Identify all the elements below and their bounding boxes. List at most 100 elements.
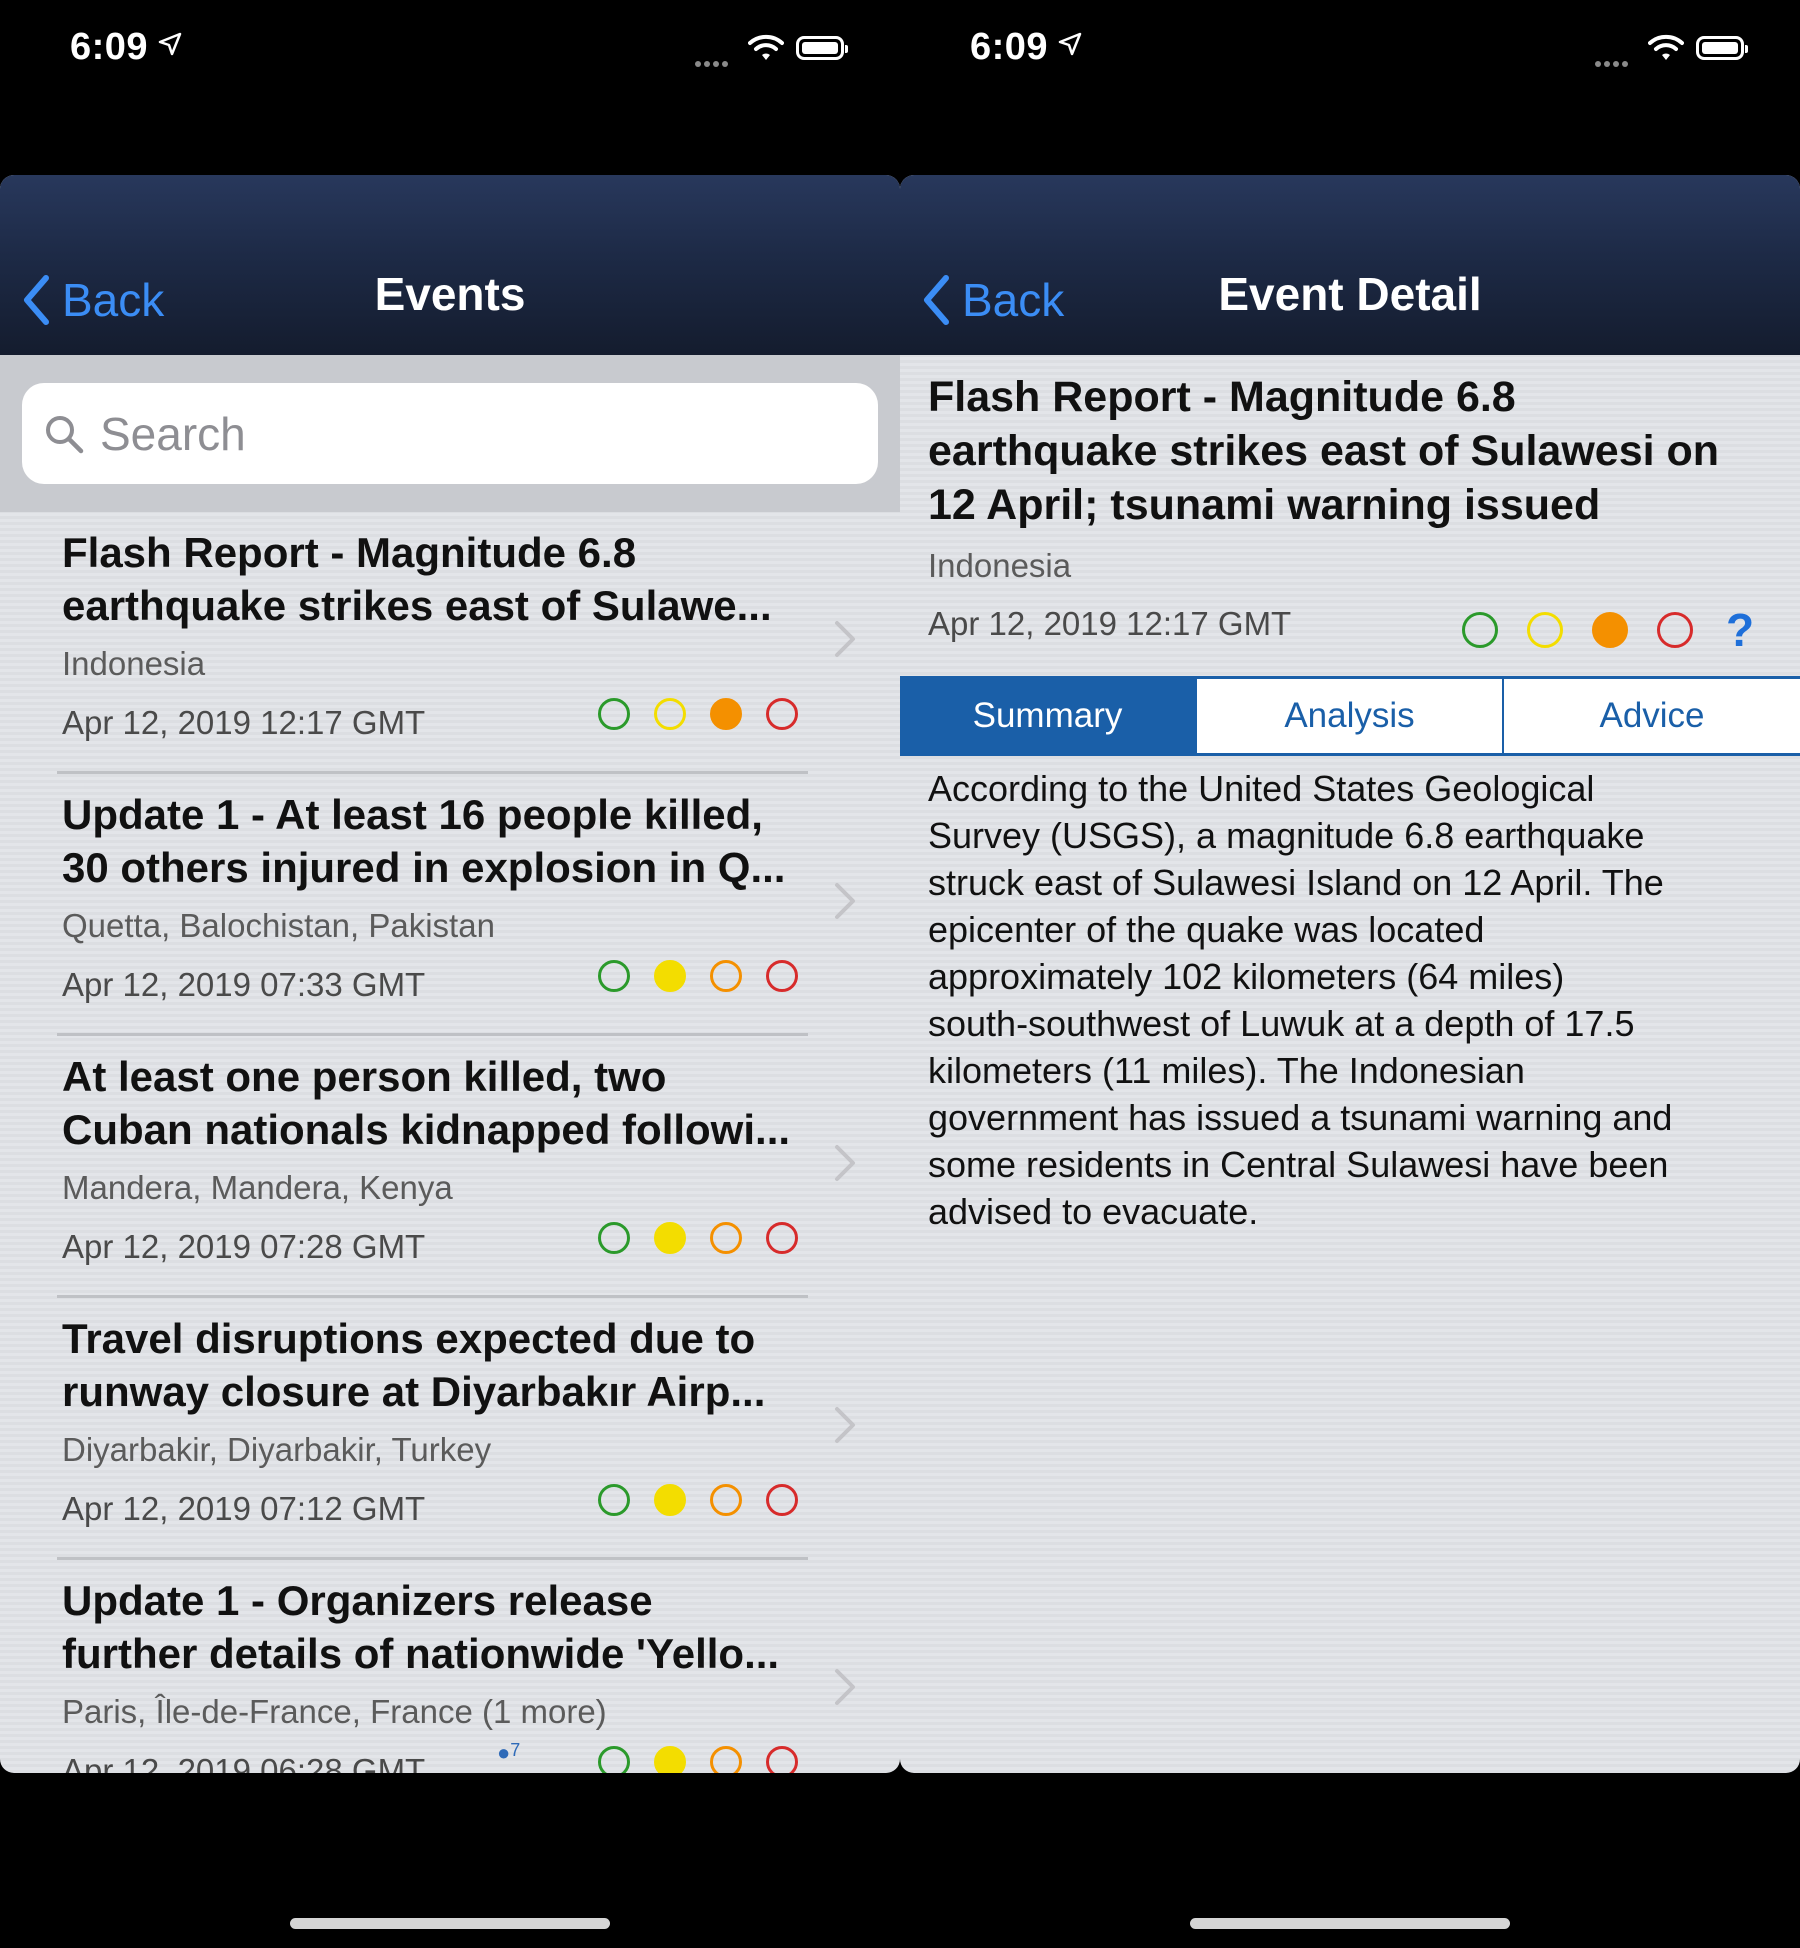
- chevron-right-icon: [835, 621, 855, 657]
- event-title: Travel disruptions expected due to runwa…: [62, 1312, 832, 1418]
- back-button[interactable]: Back: [22, 265, 164, 335]
- chevron-left-icon: [924, 275, 949, 325]
- summary-line: government has issued a tsunami warning …: [928, 1097, 1673, 1138]
- chevron-left-icon: [24, 275, 49, 325]
- event-time: Apr 12, 2019 07:12 GMT: [62, 1490, 426, 1527]
- event-time: Apr 12, 2019 07:28 GMT: [62, 1228, 426, 1265]
- severity-yellow-indicator: [654, 1746, 686, 1773]
- severity-green-indicator: [598, 1484, 630, 1516]
- event-title-line: earthquake strikes east of Sulawe...: [62, 582, 772, 629]
- severity-orange-indicator: [710, 1484, 742, 1516]
- home-indicator[interactable]: [1190, 1918, 1510, 1929]
- event-title: Update 1 - Organizers release further de…: [62, 1574, 832, 1680]
- summary-line: epicenter of the quake was located: [928, 909, 1485, 950]
- chevron-right-icon: [835, 883, 855, 919]
- wifi-icon: [1648, 34, 1684, 67]
- summary-line: struck east of Sulawesi Island on 12 Apr…: [928, 862, 1664, 903]
- event-title: At least one person killed, two Cuban na…: [62, 1050, 832, 1156]
- severity-red-indicator: [766, 698, 798, 730]
- severity-green-indicator: [598, 698, 630, 730]
- back-label: Back: [62, 274, 165, 326]
- severity-green-indicator: [598, 960, 630, 992]
- severity-indicators: [598, 1746, 822, 1773]
- summary-text: According to the United States Geologica…: [928, 765, 1788, 1235]
- severity-red-indicator: [766, 1484, 798, 1516]
- status-time: 6:09: [970, 26, 1049, 68]
- severity-green-indicator: [598, 1222, 630, 1254]
- severity-yellow-indicator: [654, 698, 686, 730]
- chevron-right-icon: [835, 1145, 855, 1181]
- event-title-line: 30 others injured in explosion in Q...: [62, 844, 786, 891]
- event-title-line: At least one person killed, two: [62, 1053, 667, 1100]
- severity-red-indicator: [766, 1222, 798, 1254]
- pin-icon: ●7: [497, 1740, 521, 1765]
- event-time: Apr 12, 2019 07:33 GMT: [62, 966, 426, 1003]
- event-title-line: Update 1 - Organizers release: [62, 1577, 653, 1624]
- nav-bar: Back Events: [0, 175, 900, 355]
- detail-app: Back Event Detail Flash Report - Magnitu…: [900, 175, 1800, 1773]
- severity-indicators: ?: [1462, 603, 1754, 657]
- back-button[interactable]: Back: [922, 265, 1064, 335]
- event-location: Quetta, Balochistan, Pakistan: [62, 907, 495, 944]
- list-item[interactable]: Flash Report - Magnitude 6.8 earthquake …: [0, 512, 900, 774]
- summary-line: approximately 102 kilometers (64 miles): [928, 956, 1565, 997]
- home-indicator[interactable]: [290, 1918, 610, 1929]
- event-title-line: runway closure at Diyarbakır Airp...: [62, 1368, 766, 1415]
- search-bar: [0, 355, 900, 512]
- tab-analysis[interactable]: Analysis: [1195, 679, 1502, 753]
- severity-red-indicator: [766, 960, 798, 992]
- event-title-line: Travel disruptions expected due to: [62, 1315, 756, 1362]
- summary-line: advised to evacuate.: [928, 1191, 1259, 1232]
- event-list: Flash Report - Magnitude 6.8 earthquake …: [0, 512, 900, 1773]
- severity-orange-indicator: [1592, 612, 1628, 648]
- severity-yellow-indicator: [654, 1484, 686, 1516]
- summary-line: According to the United States Geologica…: [928, 768, 1595, 809]
- event-title-line: further details of nationwide 'Yello...: [62, 1630, 780, 1677]
- severity-orange-indicator: [710, 960, 742, 992]
- events-screen: 6:09 Back Events Flash Repo: [0, 0, 900, 1948]
- chevron-right-icon: [835, 1669, 855, 1705]
- event-title: Flash Report - Magnitude 6.8 earthquake …: [62, 526, 832, 632]
- detail-title-line: 12 April; tsunami warning issued: [928, 481, 1601, 529]
- severity-orange-indicator: [710, 1222, 742, 1254]
- event-detail-screen: 6:09 Back Event Detail Flash Report - Ma…: [900, 0, 1800, 1948]
- severity-indicators: [598, 698, 822, 730]
- event-title: Update 1 - At least 16 people killed, 30…: [62, 788, 832, 894]
- list-item[interactable]: Update 1 - Organizers release further de…: [0, 1560, 900, 1773]
- summary-line: kilometers (11 miles). The Indonesian: [928, 1050, 1525, 1091]
- list-item[interactable]: Update 1 - At least 16 people killed, 30…: [0, 774, 900, 1036]
- severity-indicators: [598, 1484, 822, 1516]
- event-title-line: Cuban nationals kidnapped followi...: [62, 1106, 791, 1153]
- tab-summary[interactable]: Summary: [900, 679, 1195, 753]
- status-time: 6:09: [70, 26, 149, 68]
- detail-title-line: Flash Report - Magnitude 6.8: [928, 373, 1516, 421]
- nav-bar: Back Event Detail: [900, 175, 1800, 355]
- event-location: Paris, Île-de-France, France (1 more): [62, 1693, 607, 1730]
- status-bar: 6:09: [0, 0, 900, 100]
- severity-red-indicator: [766, 1746, 798, 1773]
- cellular-signal-icon: [1595, 54, 1631, 72]
- location-arrow-icon: [1058, 32, 1082, 61]
- summary-line: south-southwest of Luwuk at a depth of 1…: [928, 1003, 1635, 1044]
- battery-icon: [1696, 36, 1748, 60]
- severity-indicators: [598, 960, 822, 992]
- tab-advice[interactable]: Advice: [1502, 679, 1800, 753]
- event-time: Apr 12, 2019 06:28 GMT: [62, 1752, 426, 1773]
- summary-line: some residents in Central Sulawesi have …: [928, 1144, 1669, 1185]
- event-location: Indonesia: [62, 645, 206, 682]
- search-input[interactable]: [98, 405, 862, 462]
- cellular-signal-icon: [695, 54, 731, 72]
- wifi-icon: [748, 34, 784, 67]
- severity-yellow-indicator: [1527, 612, 1563, 648]
- severity-green-indicator: [598, 1746, 630, 1773]
- help-icon[interactable]: ?: [1726, 603, 1754, 657]
- summary-line: Survey (USGS), a magnitude 6.8 earthquak…: [928, 815, 1645, 856]
- event-location: Diyarbakir, Diyarbakir, Turkey: [62, 1431, 492, 1468]
- event-title-line: Flash Report - Magnitude 6.8: [62, 529, 637, 576]
- search-field[interactable]: [22, 383, 878, 484]
- detail-title-line: earthquake strikes east of Sulawesi on: [928, 427, 1720, 475]
- detail-time: Apr 12, 2019 12:17 GMT: [928, 605, 1292, 642]
- list-item[interactable]: At least one person killed, two Cuban na…: [0, 1036, 900, 1298]
- search-icon: [46, 415, 84, 453]
- list-item[interactable]: Travel disruptions expected due to runwa…: [0, 1298, 900, 1560]
